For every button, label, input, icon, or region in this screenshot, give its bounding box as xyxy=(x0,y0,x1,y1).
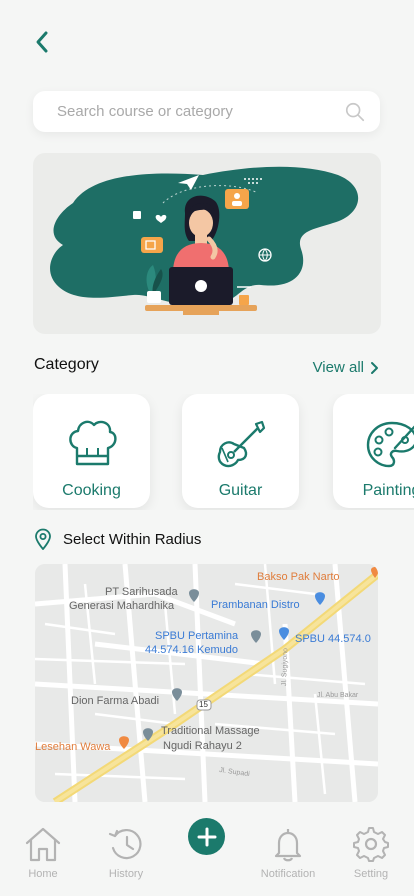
map-place-label: Traditional Massage xyxy=(161,725,260,737)
history-icon xyxy=(108,829,142,860)
chevron-left-icon xyxy=(36,31,48,53)
chevron-right-icon xyxy=(371,361,378,374)
map-place-label: Dion Farma Abadi xyxy=(71,695,160,707)
radius-label: Select Within Radius xyxy=(63,530,202,548)
nav-label: History xyxy=(108,868,144,880)
online-learning-illustration xyxy=(50,166,359,315)
add-button[interactable] xyxy=(188,818,225,855)
map-place-label: Generasi Mahardhika xyxy=(69,600,175,612)
category-label: Painting xyxy=(362,482,414,499)
category-label: Guitar xyxy=(218,482,263,499)
nav-home[interactable]: Home xyxy=(8,826,78,880)
map-place-label: SPBU 44.574.0 xyxy=(295,633,371,645)
category-card-painting[interactable]: Painting xyxy=(333,394,414,508)
map-place-label: SPBU Pertamina xyxy=(155,630,239,642)
category-carousel[interactable]: Cooking Guitar Painting xyxy=(33,394,414,510)
map-place-label: Lesehan Wawa xyxy=(35,741,111,753)
nav-history[interactable]: History xyxy=(91,826,161,880)
bottom-navigation: Home History Notification Setting xyxy=(0,818,414,896)
promo-banner xyxy=(33,153,381,334)
nav-label: Notification xyxy=(260,868,316,880)
view-all-link[interactable]: View all xyxy=(313,359,379,376)
map-place-label: Bakso Pak Narto xyxy=(257,571,340,583)
back-button[interactable] xyxy=(28,28,56,56)
nav-notification[interactable]: Notification xyxy=(253,826,323,880)
map-road-label: Jl. Abu Bakar xyxy=(317,692,359,699)
paint-palette-icon xyxy=(366,421,414,468)
home-icon xyxy=(25,827,61,862)
guitar-icon xyxy=(217,420,265,468)
location-pin-icon xyxy=(35,528,51,550)
plus-icon xyxy=(197,827,216,846)
nav-label: Home xyxy=(28,868,58,880)
map-place-label: Prambanan Distro xyxy=(211,599,300,611)
category-card-guitar[interactable]: Guitar xyxy=(182,394,299,508)
map-place-label: PT Sarihusada xyxy=(105,586,178,598)
map-place-label: Ngudi Rahayu 2 xyxy=(163,740,242,752)
category-title: Category xyxy=(34,356,99,373)
nav-label: Setting xyxy=(353,868,389,880)
category-label: Cooking xyxy=(62,482,121,499)
map-road-label: Jl. Sugiyono xyxy=(281,647,290,687)
category-card-cooking[interactable]: Cooking xyxy=(33,394,150,508)
map-view[interactable]: Bakso Pak Narto PT Sarihusada Generasi M… xyxy=(35,564,378,802)
chef-hat-icon xyxy=(68,420,117,466)
nav-setting[interactable]: Setting xyxy=(336,826,406,880)
radius-selector[interactable]: Select Within Radius xyxy=(33,528,201,550)
search-input[interactable] xyxy=(57,103,344,120)
map-place-label: 44.574.16 Kemudo xyxy=(145,644,238,656)
view-all-label: View all xyxy=(312,359,364,376)
map-route-badge: 15 xyxy=(199,700,208,709)
search-bar xyxy=(33,91,380,132)
bell-icon xyxy=(274,829,302,862)
search-icon[interactable] xyxy=(344,101,366,123)
gear-icon xyxy=(353,827,389,862)
